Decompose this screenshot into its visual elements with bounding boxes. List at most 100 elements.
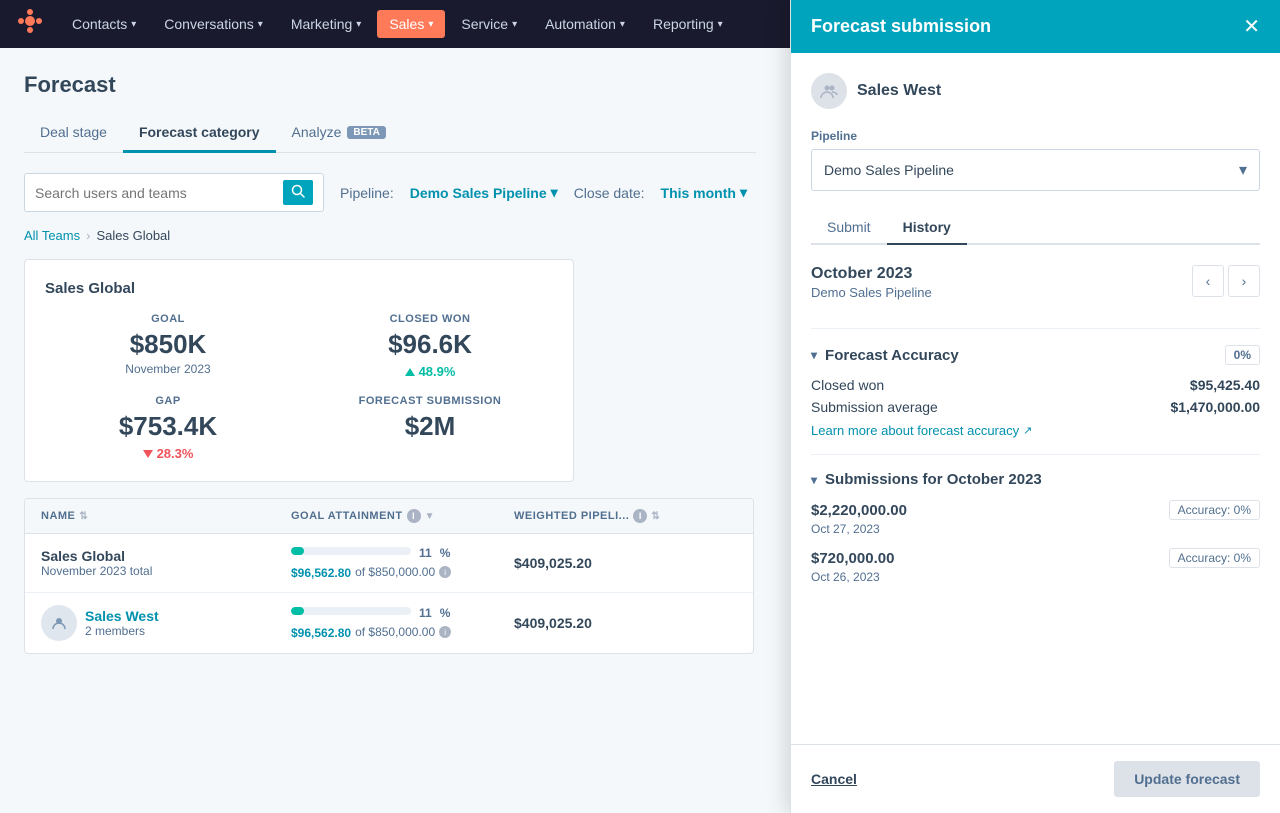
nav-marketing-chevron: ▾ <box>356 19 361 30</box>
nav-conversations[interactable]: Conversations ▾ <box>152 10 275 38</box>
search-button[interactable] <box>283 180 313 205</box>
stats-grid: GOAL $850K November 2023 CLOSED WON $96.… <box>45 313 553 461</box>
nav-contacts-chevron: ▾ <box>131 19 136 30</box>
panel-header: Forecast submission ✕ <box>791 0 1280 53</box>
pipeline-dropdown-trigger[interactable]: Demo Sales Pipeline ▾ <box>811 149 1260 191</box>
breadcrumb: All Teams › Sales Global <box>24 228 756 243</box>
submission-2-date: Oct 26, 2023 <box>811 570 1260 584</box>
forecast-accuracy-section: ▾ Forecast Accuracy 0% Closed won $95,42… <box>811 328 1260 454</box>
nav-conversations-chevron: ▾ <box>258 19 263 30</box>
up-triangle-icon <box>405 368 415 376</box>
slide-panel: Forecast submission ✕ Sales West Pipelin… <box>790 0 1280 813</box>
table-row: Sales Global November 2023 total 11% $96… <box>25 534 753 593</box>
cancel-button[interactable]: Cancel <box>811 771 857 787</box>
table-row: Sales West 2 members 11% $96,562.80 of $… <box>25 593 753 653</box>
tab-bar: Deal stage Forecast category Analyze BET… <box>24 114 756 153</box>
submission-1-top: $2,220,000.00 Accuracy: 0% <box>811 500 1260 520</box>
row-1-of-goal: of $850,000.00 <box>355 565 435 579</box>
sort-weighted-icon[interactable]: ⇅ <box>651 511 660 522</box>
nav-service[interactable]: Service ▾ <box>449 10 529 38</box>
stats-card-title: Sales Global <box>45 280 553 297</box>
stat-forecast-label: FORECAST SUBMISSION <box>307 395 553 407</box>
tab-deal-stage[interactable]: Deal stage <box>24 114 123 153</box>
breadcrumb-all-teams[interactable]: All Teams <box>24 228 80 243</box>
row-2-of-goal: of $850,000.00 <box>355 625 435 639</box>
closed-won-row: Closed won $95,425.40 <box>811 377 1260 393</box>
history-pipeline-sub: Demo Sales Pipeline <box>811 285 932 300</box>
breadcrumb-current: Sales Global <box>96 228 170 243</box>
submission-avg-val: $1,470,000.00 <box>1170 399 1260 415</box>
th-name: NAME ⇅ <box>41 509 291 523</box>
stat-gap-label: GAP <box>45 395 291 407</box>
pipeline-label: Pipeline <box>811 129 1260 143</box>
close-date-value[interactable]: This month ▾ <box>661 184 747 201</box>
stat-closed-won: CLOSED WON $96.6K 48.9% <box>307 313 553 379</box>
row-2-progress-bar <box>291 607 411 615</box>
submission-1-amount: $2,220,000.00 <box>811 502 907 519</box>
pipeline-dropdown-value: Demo Sales Pipeline <box>824 162 954 178</box>
pipeline-filter-label: Pipeline: <box>340 185 394 201</box>
beta-badge: BETA <box>347 126 385 139</box>
nav-automation[interactable]: Automation ▾ <box>533 10 637 38</box>
row-2-progress-pct: 11 <box>419 606 432 620</box>
info-row2-icon[interactable]: i <box>439 626 451 638</box>
submission-2-amount: $720,000.00 <box>811 550 894 567</box>
down-triangle-icon <box>143 450 153 458</box>
info-weighted-icon[interactable]: i <box>633 509 647 523</box>
external-link-icon: ↗ <box>1023 424 1032 437</box>
row-1-weighted: $409,025.20 <box>514 555 737 571</box>
row-1-name: Sales Global <box>41 548 291 564</box>
panel-close-button[interactable]: ✕ <box>1243 17 1260 37</box>
sort-name-icon[interactable]: ⇅ <box>79 511 88 522</box>
panel-tab-submit[interactable]: Submit <box>811 211 887 245</box>
learn-more-link[interactable]: Learn more about forecast accuracy ↗ <box>811 423 1260 438</box>
row-2-sub: 2 members <box>85 624 159 638</box>
panel-title: Forecast submission <box>811 16 991 37</box>
panel-body: Sales West Pipeline Demo Sales Pipeline … <box>791 53 1280 744</box>
tab-analyze[interactable]: Analyze BETA <box>276 114 402 153</box>
submission-1-accuracy: Accuracy: 0% <box>1169 500 1260 520</box>
close-date-label: Close date: <box>574 185 645 201</box>
th-goal-attainment: GOAL ATTAINMENT i ▼ <box>291 509 514 523</box>
submission-avg-row: Submission average $1,470,000.00 <box>811 399 1260 415</box>
row-1-name-cell: Sales Global November 2023 total <box>41 548 291 578</box>
info-goal-icon[interactable]: i <box>407 509 421 523</box>
pipeline-chevron-icon: ▾ <box>551 184 558 201</box>
panel-team-name: Sales West <box>857 82 941 100</box>
row-2-progress-fill <box>291 607 304 615</box>
row-1-progress-fill <box>291 547 304 555</box>
nav-sales-chevron: ▾ <box>428 19 433 30</box>
stat-forecast: FORECAST SUBMISSION $2M <box>307 395 553 461</box>
nav-sales[interactable]: Sales ▾ <box>377 10 445 38</box>
prev-month-button[interactable]: ‹ <box>1192 265 1224 297</box>
breadcrumb-separator: › <box>86 228 90 243</box>
row-1-sub: November 2023 total <box>41 564 291 578</box>
nav-reporting[interactable]: Reporting ▾ <box>641 10 735 38</box>
search-input[interactable] <box>35 185 275 201</box>
forecast-accuracy-header[interactable]: ▾ Forecast Accuracy 0% <box>811 345 1260 365</box>
sort-goal-icon[interactable]: ▼ <box>425 511 435 522</box>
row-2-name[interactable]: Sales West <box>85 608 159 624</box>
forecast-accuracy-title: ▾ Forecast Accuracy <box>811 347 959 364</box>
panel-tab-bar: Submit History <box>811 211 1260 245</box>
stat-forecast-value: $2M <box>307 411 553 442</box>
info-row1-icon[interactable]: i <box>439 566 451 578</box>
panel-tab-history[interactable]: History <box>887 211 967 245</box>
pipeline-filter-value[interactable]: Demo Sales Pipeline ▾ <box>410 184 558 201</box>
nav-marketing[interactable]: Marketing ▾ <box>279 10 374 38</box>
search-box <box>24 173 324 212</box>
page-title: Forecast <box>24 72 756 98</box>
row-2-avatar <box>41 605 77 641</box>
stat-closed-won-change: 48.9% <box>307 364 553 379</box>
nav-contacts[interactable]: Contacts ▾ <box>60 10 148 38</box>
month-nav-buttons: ‹ › <box>1192 265 1260 297</box>
team-avatar <box>811 73 847 109</box>
next-month-button[interactable]: › <box>1228 265 1260 297</box>
submissions-header[interactable]: ▾ Submissions for October 2023 <box>811 471 1260 488</box>
tab-forecast-category[interactable]: Forecast category <box>123 114 276 153</box>
nav-automation-chevron: ▾ <box>620 19 625 30</box>
update-forecast-button[interactable]: Update forecast <box>1114 761 1260 797</box>
stat-closed-won-value: $96.6K <box>307 329 553 360</box>
panel-footer: Cancel Update forecast <box>791 744 1280 813</box>
submissions-section: ▾ Submissions for October 2023 $2,220,00… <box>811 454 1260 612</box>
